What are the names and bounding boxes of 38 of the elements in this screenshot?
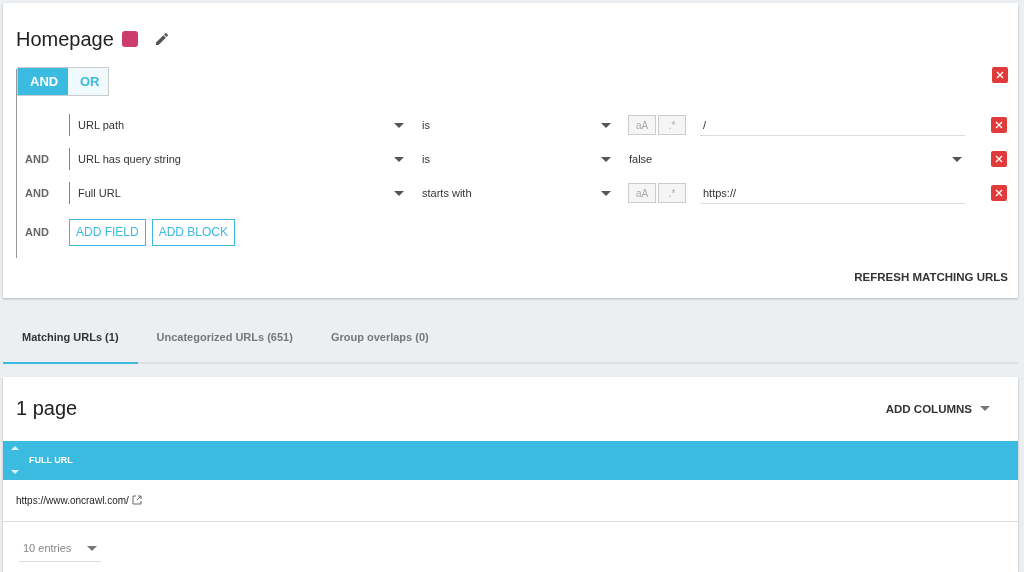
pencil-icon[interactable] [153, 31, 170, 47]
caret-icon [952, 156, 962, 162]
tab[interactable]: Matching URLs (1) [3, 312, 138, 364]
caret-icon [601, 190, 611, 196]
table-cell: https://www.oncrawl.com/ [16, 495, 129, 506]
close-icon [995, 121, 1003, 129]
caret-icon [394, 190, 404, 196]
caret-icon [601, 122, 611, 128]
close-icon [995, 155, 1003, 163]
close-icon [995, 189, 1003, 197]
field-select[interactable]: URL path [69, 114, 404, 136]
add-columns-button[interactable]: ADD COLUMNS [885, 403, 990, 415]
connector-label: AND [24, 187, 50, 199]
caret-icon [980, 406, 990, 412]
close-icon [996, 71, 1004, 79]
group-title: Homepage [16, 27, 114, 51]
caret-icon [601, 156, 611, 162]
caret-icon [394, 156, 404, 162]
caret-icon [394, 122, 404, 128]
field-select[interactable]: Full URL [69, 182, 404, 204]
refresh-button[interactable]: REFRESH MATCHING URLS [854, 270, 1008, 283]
connector-label: AND [24, 153, 50, 165]
delete-button[interactable] [991, 151, 1007, 167]
operator-select[interactable]: starts with [414, 187, 611, 199]
results-title: 1 page [16, 397, 78, 421]
delete-button[interactable] [991, 185, 1007, 201]
operator-select[interactable]: is [414, 119, 611, 131]
connector-label: AND [24, 226, 50, 238]
delete-button[interactable] [991, 117, 1007, 133]
operator-select[interactable]: is [414, 153, 611, 165]
delete-button[interactable] [992, 67, 1008, 83]
value-select[interactable]: false [626, 153, 965, 165]
external-link-icon[interactable] [131, 495, 142, 506]
field-select[interactable]: URL has query string [69, 148, 404, 170]
tab[interactable]: Group overlaps (0) [311, 312, 448, 364]
page-size-select[interactable]: 10 entries [19, 536, 101, 562]
caret-icon [87, 546, 97, 551]
tab[interactable]: Uncategorized URLs (651) [137, 312, 312, 364]
